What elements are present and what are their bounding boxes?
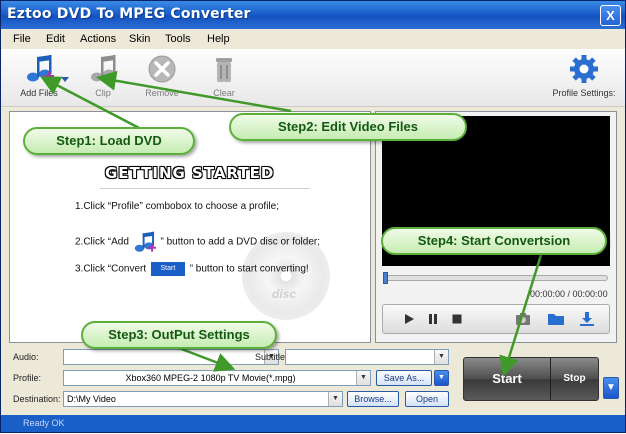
window-title: Eztoo DVD To MPEG Converter: [7, 6, 251, 22]
menu-tools[interactable]: Tools: [165, 33, 191, 45]
instruction-step-3-suffix: ” button to start converting!: [189, 263, 309, 275]
browse-button[interactable]: Browse...: [347, 391, 399, 407]
instruction-step-2: 2.Click “Add ” button to add a DVD disc …: [75, 231, 320, 253]
clear-label: Clear: [213, 88, 235, 98]
start-inline-icon: Start: [150, 262, 185, 276]
add-files-label: Add Files: [20, 88, 58, 98]
instruction-step-1: 1.Click “Profile” combobox to choose a p…: [75, 201, 279, 212]
chevron-down-icon[interactable]: ▼: [356, 371, 370, 385]
audio-label: Audio:: [13, 352, 39, 362]
profile-select[interactable]: Xbox360 MPEG-2 1080p TV Movie(*.mpg) ▼: [63, 370, 371, 386]
play-icon[interactable]: [403, 313, 415, 325]
save-as-button[interactable]: Save As...: [376, 370, 432, 386]
profile-value: Xbox360 MPEG-2 1080p TV Movie(*.mpg): [125, 373, 296, 383]
seek-thumb[interactable]: [383, 272, 388, 284]
chevron-down-icon[interactable]: ▼: [328, 392, 342, 406]
instruction-step-2-suffix: ” button to add a DVD disc or folder;: [160, 236, 320, 248]
destination-label: Destination:: [13, 394, 61, 404]
instruction-step-3-prefix: 3.Click “Convert: [75, 263, 147, 275]
title-bar[interactable]: Eztoo DVD To MPEG Converter X: [1, 1, 625, 29]
player-controls: [382, 304, 610, 334]
menu-file[interactable]: File: [13, 33, 31, 45]
menu-actions[interactable]: Actions: [80, 33, 116, 45]
save-as-dropdown-icon[interactable]: ▼: [434, 370, 449, 386]
status-bar: Ready OK: [1, 415, 625, 432]
subtitle-label: Subtitle:: [255, 352, 288, 362]
clip-button[interactable]: Clip: [78, 53, 128, 98]
remove-label: Remove: [145, 88, 179, 98]
menu-skin[interactable]: Skin: [129, 33, 150, 45]
audio-select[interactable]: ▼: [63, 349, 279, 365]
seek-slider[interactable]: [383, 272, 608, 284]
subtitle-select[interactable]: ▼: [285, 349, 449, 365]
status-text: Ready OK: [23, 418, 65, 428]
profile-settings-label: Profile Settings:: [552, 88, 616, 98]
instruction-step-2-prefix: 2.Click “Add: [75, 236, 129, 248]
remove-icon: [148, 55, 176, 83]
app-window: Eztoo DVD To MPEG Converter X File Edit …: [0, 0, 626, 433]
toolbar: Add Files Clip Remove Clear Profile Sett…: [1, 49, 625, 107]
disc-watermark-label: disc: [272, 287, 297, 301]
destination-value: D:\My Video: [67, 394, 116, 404]
snapshot-icon[interactable]: [515, 312, 531, 326]
menu-edit[interactable]: Edit: [46, 33, 65, 45]
getting-started-title: GETTING STARTED: [105, 164, 275, 182]
step2-callout: Step2: Edit Video Files: [229, 113, 467, 141]
profile-label: Profile:: [13, 373, 42, 383]
menu-help[interactable]: Help: [207, 33, 230, 45]
clip-label: Clip: [95, 88, 111, 98]
step3-callout: Step3: OutPut Settings: [81, 321, 277, 349]
pause-icon[interactable]: [427, 313, 439, 325]
gear-icon: [570, 55, 598, 83]
close-button[interactable]: X: [600, 5, 621, 26]
instruction-step-3: 3.Click “Convert Start ” button to start…: [75, 262, 309, 276]
more-options-icon[interactable]: ▼: [603, 377, 619, 399]
time-display: 00:00:00 / 00:00:00: [530, 289, 608, 299]
convert-controls: Start Stop: [463, 357, 599, 401]
profile-settings-button[interactable]: Profile Settings:: [551, 53, 617, 98]
folder-icon[interactable]: [547, 312, 565, 326]
add-files-button[interactable]: Add Files: [14, 53, 64, 98]
add-files-inline-icon: [134, 231, 156, 252]
step4-callout: Step4: Start Convertsion: [381, 227, 607, 255]
add-files-dropdown-icon[interactable]: [61, 77, 69, 82]
add-files-icon: [27, 55, 54, 82]
title-divider: [100, 188, 310, 189]
open-button[interactable]: Open: [405, 391, 449, 407]
clip-icon: [91, 55, 116, 82]
stop-button[interactable]: Stop: [550, 358, 598, 400]
menu-bar: File Edit Actions Skin Tools Help: [1, 29, 625, 49]
step1-callout: Step1: Load DVD: [23, 127, 195, 155]
start-button[interactable]: Start: [464, 358, 550, 400]
destination-input[interactable]: D:\My Video ▼: [63, 391, 343, 407]
clear-button[interactable]: Clear: [199, 53, 249, 98]
stop-icon[interactable]: [451, 313, 463, 325]
chevron-down-icon[interactable]: ▼: [434, 350, 448, 364]
trash-icon: [216, 58, 232, 82]
remove-button[interactable]: Remove: [137, 53, 187, 98]
download-icon[interactable]: [579, 312, 595, 326]
